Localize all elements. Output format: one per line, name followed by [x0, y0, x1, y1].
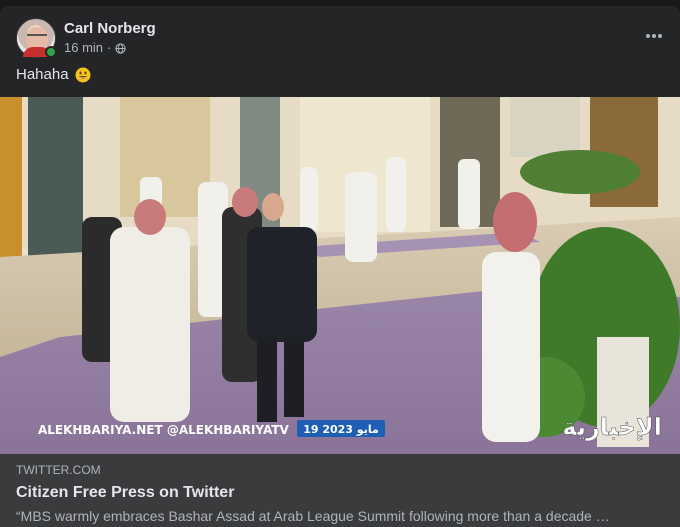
video-frame: 19 مايو 2023 ALEKHBARIYA.NET @ALEKHBARIY… — [0, 97, 680, 454]
watermark-text: ALEKHBARIYA.NET @ALEKHBARIYATV — [38, 423, 290, 437]
author-name[interactable]: Carl Norberg — [64, 19, 156, 39]
link-description: “MBS warmly embraces Bashar Assad at Ara… — [16, 508, 610, 524]
online-status-dot — [45, 46, 57, 58]
post-meta: Carl Norberg 16 min · — [64, 19, 156, 57]
more-options-button[interactable] — [638, 20, 670, 52]
link-preview-image[interactable]: 19 مايو 2023 ALEKHBARIYA.NET @ALEKHBARIY… — [0, 97, 680, 454]
grinning-face-emoji-icon — [75, 67, 91, 83]
meta-separator: · — [107, 40, 112, 55]
globe-icon[interactable] — [115, 42, 127, 54]
link-card[interactable]: TWITTER.COM Citizen Free Press on Twitte… — [0, 454, 680, 527]
post-text: Hahaha — [16, 65, 91, 85]
post-timestamp[interactable]: 16 min — [64, 39, 103, 57]
link-title[interactable]: Citizen Free Press on Twitter — [16, 483, 664, 503]
more-options-icon — [646, 34, 662, 38]
date-badge-text: 19 مايو 2023 — [303, 423, 379, 436]
channel-logo-text: الإخبارية — [562, 413, 662, 441]
feed-post: Carl Norberg 16 min · Hahaha 19 مايو 202… — [0, 6, 680, 527]
link-domain: TWITTER.COM — [16, 463, 101, 477]
post-message: Hahaha — [16, 66, 69, 83]
author-avatar[interactable] — [16, 18, 57, 58]
post-subline: 16 min · — [64, 39, 156, 57]
post-header: Carl Norberg 16 min · — [16, 18, 664, 58]
avatar-glasses — [27, 34, 47, 39]
